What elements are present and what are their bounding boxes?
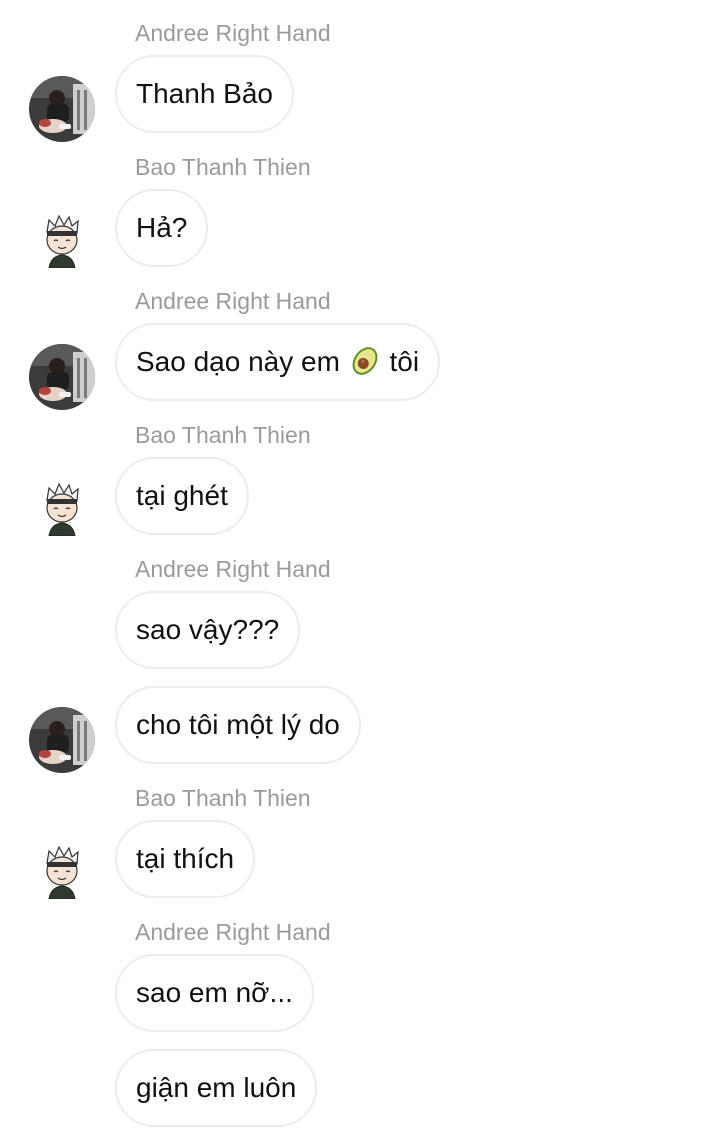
andree-avatar-photo-icon — [29, 707, 95, 773]
message-bubble[interactable]: Thanh Bảo — [115, 55, 294, 133]
andree-avatar[interactable] — [29, 344, 95, 410]
message-bubble[interactable]: giận em luôn — [115, 1049, 318, 1127]
sender-name: Bao Thanh Thien — [135, 154, 311, 180]
sender-name: Bao Thanh Thien — [135, 422, 311, 448]
bao-avatar[interactable] — [29, 210, 95, 276]
bao-cartoon-avatar-icon — [29, 841, 95, 907]
message-text: Hả? — [136, 212, 188, 243]
sender-name: Bao Thanh Thien — [135, 785, 311, 811]
sender-name: Andree Right Hand — [135, 556, 331, 582]
avocado-icon — [348, 344, 382, 378]
message-bubble[interactable]: Hả? — [115, 189, 209, 267]
message-text: sao em nỡ... — [136, 977, 293, 1008]
message-bubble[interactable]: cho tôi một lý do — [115, 686, 361, 764]
bao-cartoon-avatar-icon — [29, 478, 95, 544]
message-bubble[interactable]: tại thích — [115, 820, 256, 898]
sender-name: Andree Right Hand — [135, 288, 331, 314]
bao-avatar[interactable] — [29, 478, 95, 544]
message-text: giận em luôn — [136, 1072, 297, 1103]
andree-avatar-photo-icon — [29, 344, 95, 410]
message-text: Thanh Bảo — [136, 78, 273, 109]
sender-name: Andree Right Hand — [135, 919, 331, 945]
message-bubble[interactable]: sao vậy??? — [115, 591, 301, 669]
message-text: Sao dạo này em — [136, 346, 340, 377]
message-text: tại thích — [136, 843, 235, 874]
bao-cartoon-avatar-icon — [29, 210, 95, 276]
message-bubble[interactable]: Sao dạo này em tôi — [115, 323, 441, 401]
message-bubble[interactable]: sao em nỡ... — [115, 954, 314, 1032]
message-text: tại ghét — [136, 480, 228, 511]
andree-avatar[interactable] — [29, 76, 95, 142]
message-text: cho tôi một lý do — [136, 709, 340, 740]
bao-avatar[interactable] — [29, 841, 95, 907]
sender-name: Andree Right Hand — [135, 20, 331, 46]
andree-avatar-photo-icon — [29, 76, 95, 142]
chat-thread: Andree Right Hand Thanh Bảo Bao Thanh Th… — [0, 0, 720, 1134]
message-text: tôi — [389, 346, 420, 377]
message-text: sao vậy??? — [136, 614, 280, 645]
andree-avatar[interactable] — [29, 707, 95, 773]
message-bubble[interactable]: tại ghét — [115, 457, 249, 535]
